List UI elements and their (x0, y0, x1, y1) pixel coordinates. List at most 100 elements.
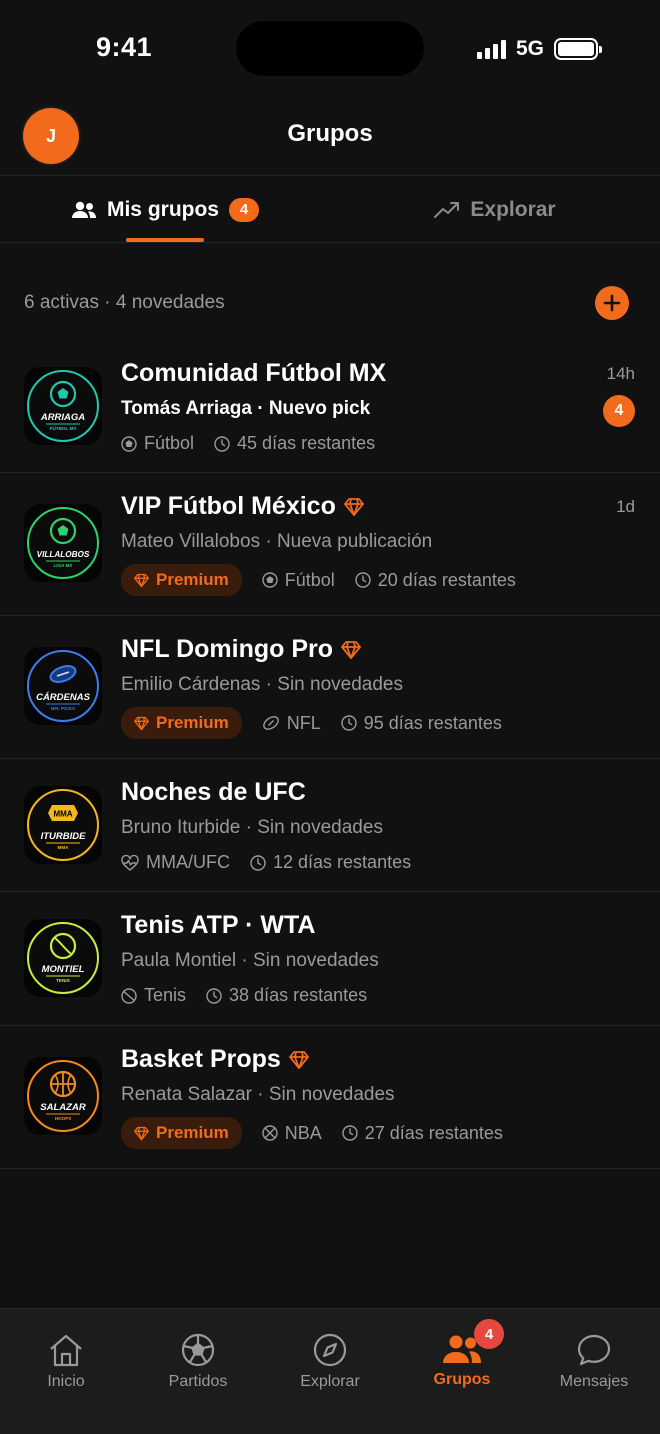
days-label: 95 días restantes (363, 712, 502, 733)
soccer-ball-icon (181, 1333, 215, 1367)
status-indicators: 5G (476, 36, 602, 62)
days-label: 45 días restantes (237, 433, 376, 453)
svg-text:ITURBIDE: ITURBIDE (41, 831, 87, 842)
svg-text:MONTIEL: MONTIEL (42, 964, 85, 975)
battery-icon (554, 38, 602, 60)
svg-text:SALAZAR: SALAZAR (40, 1102, 86, 1113)
svg-text:LIGA MX: LIGA MX (54, 563, 74, 568)
diamond-icon (134, 573, 149, 588)
group-logo: MONTIEL TENIS (24, 919, 102, 997)
days-label: 12 días restantes (273, 852, 412, 872)
group-subtitle: Emilio Cárdenas · Sin novedades (121, 674, 403, 695)
group-row[interactable]: MONTIEL TENIS Tenis ATP · WTA Paula Monti… (0, 892, 660, 1026)
svg-text:ARRIAGA: ARRIAGA (40, 412, 85, 423)
trending-up-icon (434, 201, 460, 218)
sport-label: Fútbol (284, 569, 335, 590)
svg-text:TENIS: TENIS (56, 978, 70, 983)
clock-icon (206, 987, 222, 1004)
premium-label: Premium (156, 570, 229, 589)
sport-label: NFL (286, 712, 321, 733)
groups-summary: 6 activas · 4 novedades (24, 292, 225, 313)
status-time: 9:41 (96, 32, 153, 62)
group-meta: Premium Fútbol 20 días restantes (121, 564, 516, 596)
nav-partidos[interactable]: Partidos (132, 1309, 264, 1434)
tab-label: Mis grupos (106, 197, 219, 221)
group-meta: Premium NBA 27 días restantes (121, 1117, 503, 1149)
page-title: Grupos (287, 120, 373, 147)
group-name-text: NFL Domingo Pro (121, 635, 334, 663)
clock-icon (214, 435, 230, 452)
group-name: Noches de UFC (121, 778, 306, 807)
sport-tag: NBA (262, 1123, 322, 1144)
chat-bubble-icon (577, 1334, 611, 1366)
days-label: 27 días restantes (364, 1122, 503, 1143)
nav-label: Partidos (168, 1373, 228, 1390)
group-name: Comunidad Fútbol MX (121, 359, 386, 388)
sport-tag: Fútbol (121, 433, 194, 454)
days-remaining: 45 días restantes (214, 433, 375, 454)
clock-icon (341, 715, 357, 731)
group-subtitle: Mateo Villalobos · Nueva publicación (121, 531, 433, 552)
nav-mensajes[interactable]: Mensajes (528, 1309, 660, 1434)
tab-mis-grupos[interactable]: Mis grupos 4 (0, 177, 330, 242)
sport-label: Fútbol (144, 433, 195, 453)
basketball-icon (262, 1125, 278, 1141)
svg-text:HOOPS: HOOPS (55, 1116, 72, 1121)
network-label: 5G (515, 37, 544, 60)
nav-inicio[interactable]: Inicio (0, 1309, 132, 1434)
group-meta: Tenis 38 días restantes (121, 985, 367, 1006)
group-name-text: VIP Fútbol México (121, 492, 336, 520)
days-remaining: 95 días restantes (341, 713, 502, 734)
sport-tag: MMA/UFC (121, 852, 230, 873)
group-logo: MMA ITURBIDE MMA (24, 786, 102, 864)
home-icon (50, 1334, 82, 1367)
diamond-icon (341, 640, 361, 660)
svg-text:MMA: MMA (58, 845, 70, 850)
group-row[interactable]: ARRIAGA FÚTBOL MX Comunidad Fútbol MX Tom… (0, 340, 660, 473)
nav-badge: 4 (474, 1319, 504, 1349)
nav-grupos[interactable]: 4 Grupos (396, 1309, 528, 1434)
group-name-text: Noches de UFC (121, 778, 306, 806)
last-activity-time: 14h (606, 364, 635, 383)
add-group-button[interactable] (595, 286, 629, 320)
sport-tag: Tenis (121, 985, 186, 1006)
days-remaining: 38 días restantes (206, 985, 367, 1006)
tab-label: Explorar (470, 197, 556, 221)
svg-text:FÚTBOL MX: FÚTBOL MX (50, 425, 78, 431)
svg-text:MMA: MMA (53, 810, 72, 819)
group-meta: Premium NFL 95 días restantes (121, 707, 502, 739)
svg-text:CÁRDENAS: CÁRDENAS (36, 692, 91, 703)
clock-icon (355, 572, 371, 588)
nav-label: Inicio (47, 1373, 85, 1390)
active-tab-indicator (126, 238, 204, 242)
diamond-icon (134, 716, 149, 731)
nav-label: Grupos (433, 1371, 491, 1388)
group-subtitle: Paula Montiel · Sin novedades (121, 950, 379, 971)
diamond-icon (134, 1126, 149, 1141)
days-remaining: 27 días restantes (342, 1123, 503, 1144)
tab-badge: 4 (229, 197, 259, 222)
svg-text:NFL PICKS: NFL PICKS (51, 706, 75, 711)
group-row[interactable]: MMA ITURBIDE MMA Noches de UFC Bruno Itur… (0, 759, 660, 892)
clock-icon (250, 854, 266, 871)
clock-icon (342, 1125, 358, 1141)
group-row[interactable]: SALAZAR HOOPS Basket Props Renata Salazar… (0, 1026, 660, 1169)
tab-explorar[interactable]: Explorar (330, 177, 660, 242)
nav-label: Mensajes (559, 1373, 629, 1390)
group-list: ARRIAGA FÚTBOL MX Comunidad Fútbol MX Tom… (0, 340, 660, 1169)
sport-label: NBA (284, 1122, 322, 1143)
sport-tag: Fútbol (262, 570, 335, 591)
nav-explorar[interactable]: Explorar (264, 1309, 396, 1434)
nav-label: Explorar (300, 1373, 360, 1390)
group-row[interactable]: VILLALOBOS LIGA MX VIP Fútbol México Mate… (0, 473, 660, 616)
group-row[interactable]: CÁRDENAS NFL PICKS NFL Domingo Pro Emilio… (0, 616, 660, 759)
premium-label: Premium (156, 1123, 229, 1142)
compass-icon (313, 1333, 347, 1367)
last-activity-time: 1d (616, 497, 635, 516)
group-logo: VILLALOBOS LIGA MX (24, 504, 102, 582)
group-meta: MMA/UFC 12 días restantes (121, 852, 411, 873)
group-name-text: Basket Props (121, 1045, 281, 1073)
days-remaining: 12 días restantes (250, 852, 411, 873)
days-label: 20 días restantes (377, 569, 516, 590)
days-label: 38 días restantes (229, 985, 368, 1005)
